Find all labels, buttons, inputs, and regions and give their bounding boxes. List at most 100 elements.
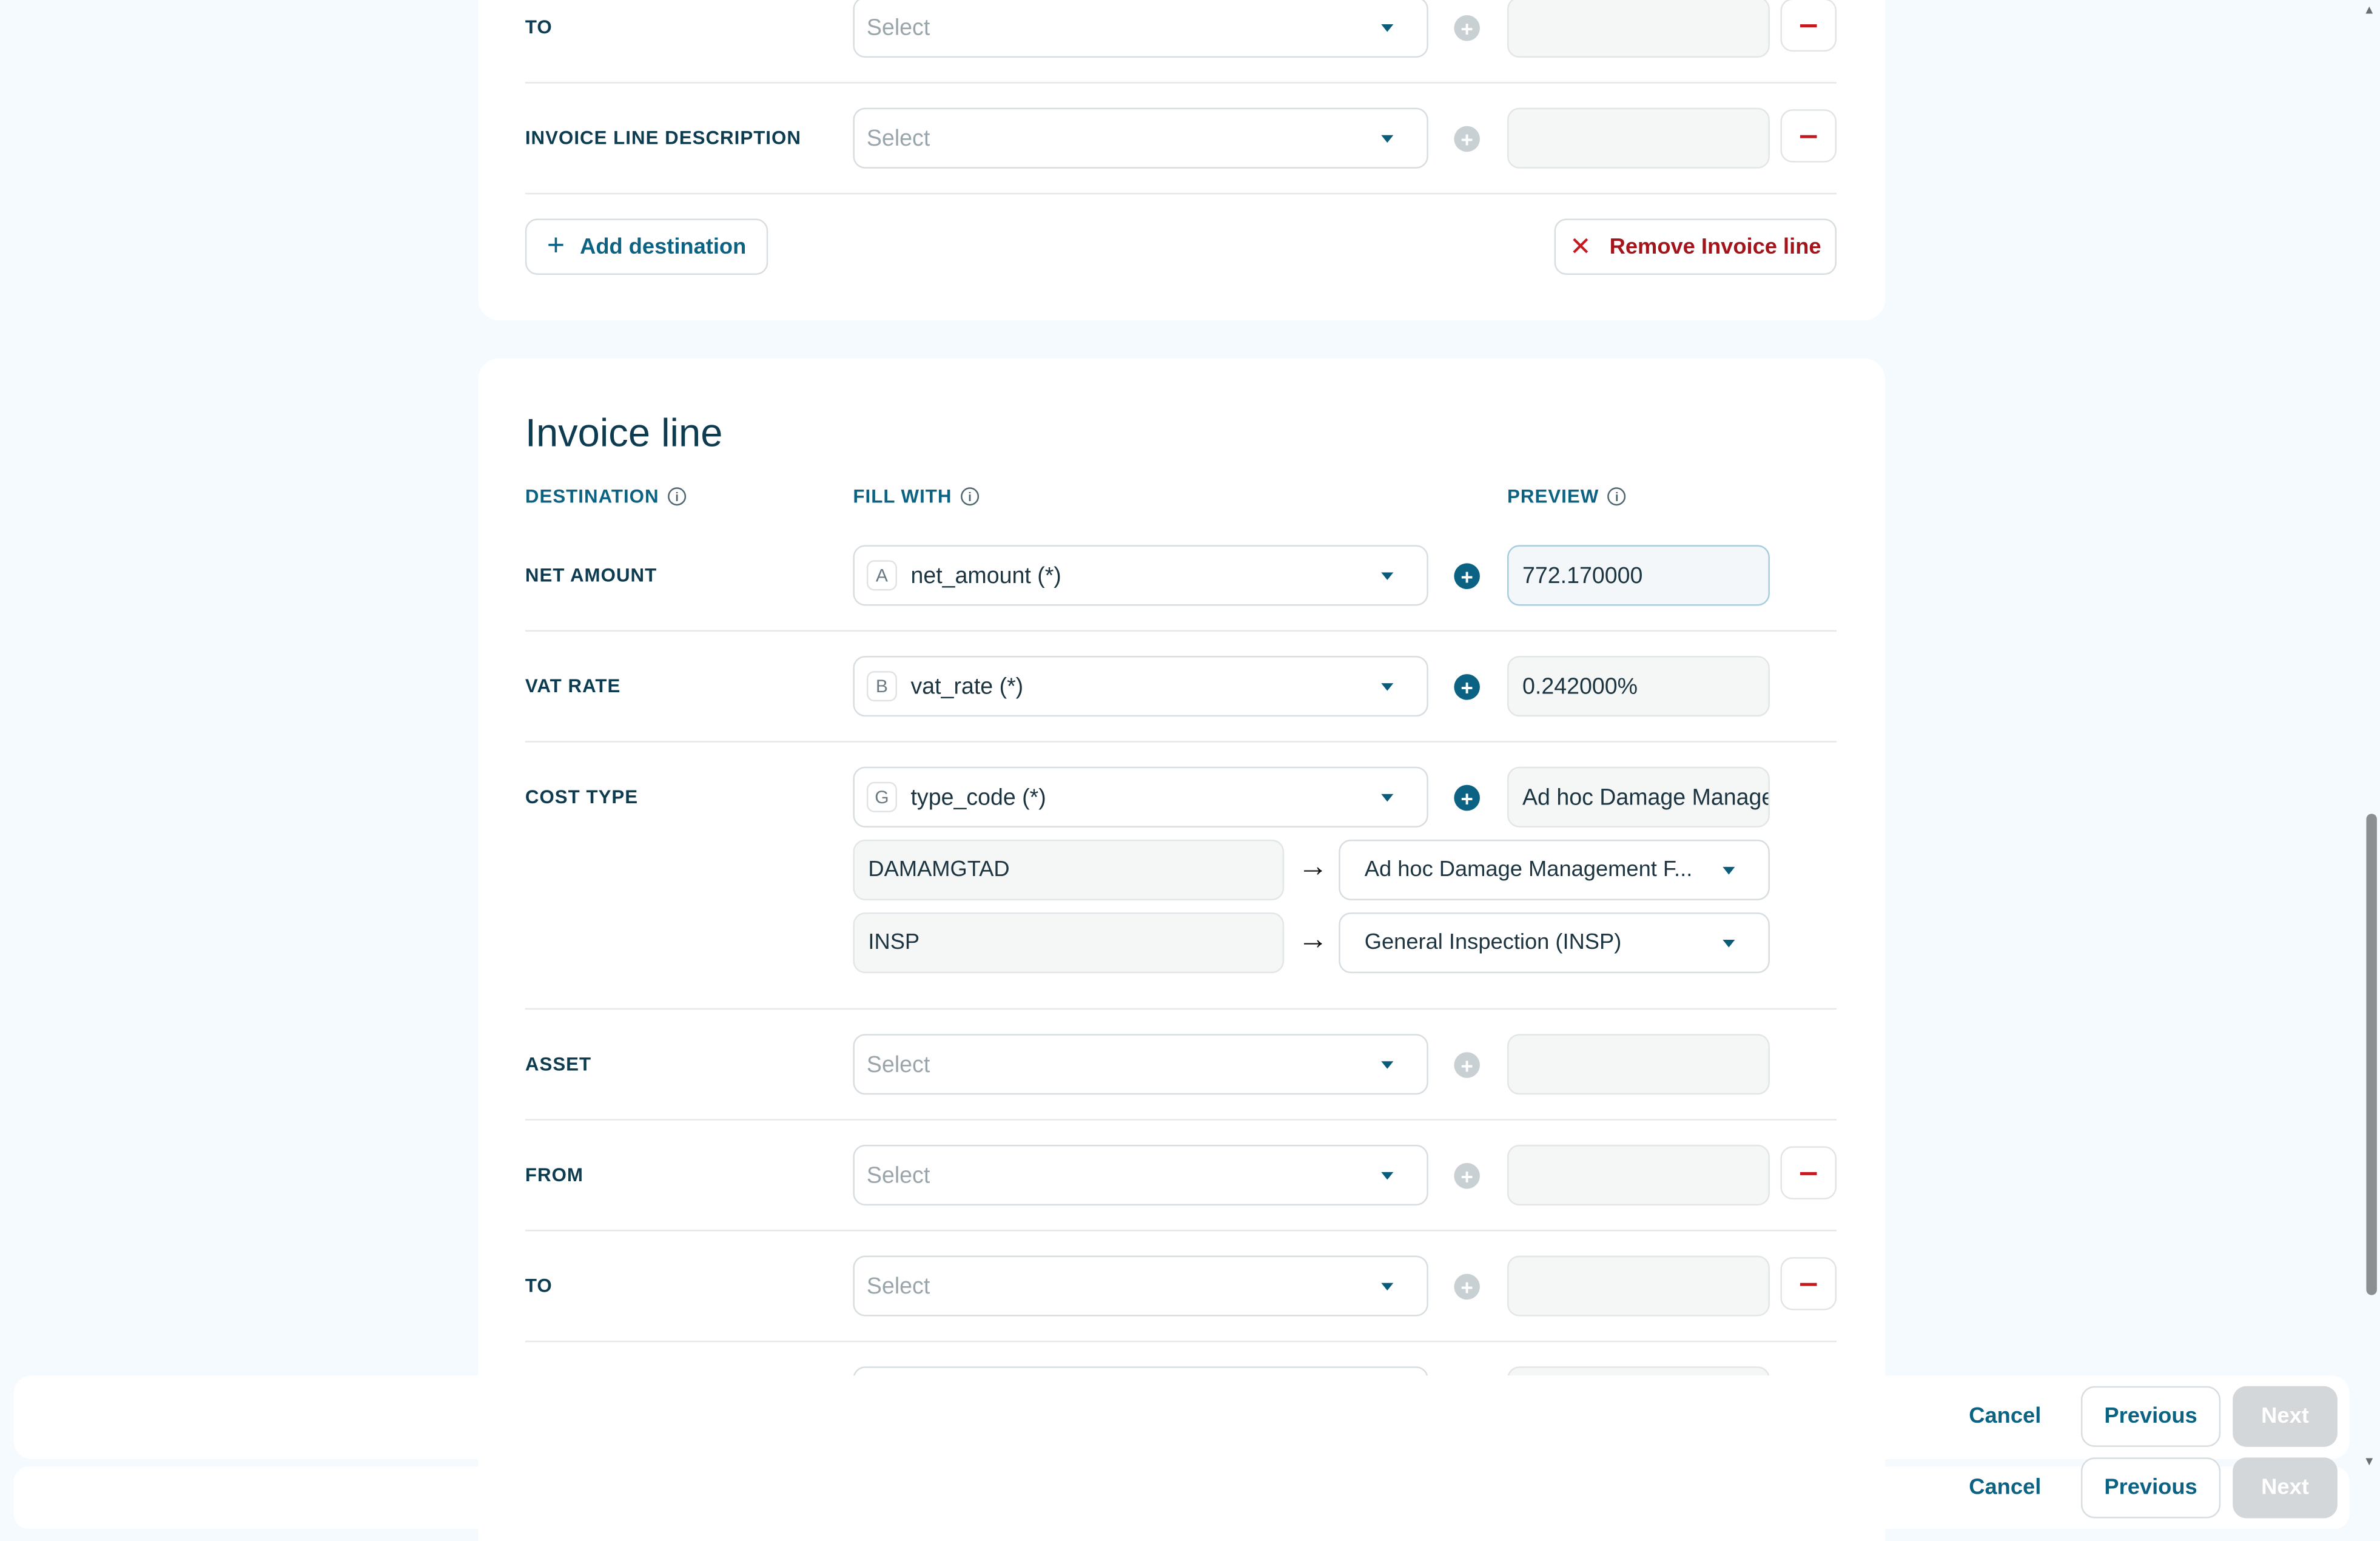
wizard-footer-duplicate: Cancel Previous Next <box>13 1457 2350 1529</box>
remove-invoice-line-label: Remove Invoice line <box>1609 234 1821 259</box>
cancel-button[interactable]: Cancel <box>1952 1386 2058 1447</box>
fill-with-header-label: FILL WITH <box>853 485 952 507</box>
previous-button[interactable]: Previous <box>2080 1386 2221 1447</box>
mapping-source-field[interactable]: INSP <box>853 912 1285 974</box>
page: TO Select + INVOICE LINE DESCRIPTION Sel… <box>0 0 2380 1541</box>
preview-field-asset <box>1507 1034 1770 1095</box>
info-icon[interactable]: i <box>1608 487 1627 506</box>
chevron-down-icon <box>1723 940 1735 948</box>
fill-with-select-net-amount[interactable]: A net_amount (*) <box>853 545 1428 606</box>
minus-icon <box>1800 23 1817 27</box>
chevron-down-icon <box>1381 1172 1394 1180</box>
mapping-source-field[interactable]: DAMAMGTAD <box>853 839 1285 900</box>
close-icon: ✕ <box>1569 231 1592 261</box>
destination-header-label: DESTINATION <box>525 485 659 507</box>
row-divider <box>525 630 1837 632</box>
add-operand-icon[interactable]: + <box>1454 784 1480 811</box>
fill-with-select-cost-type[interactable]: G type_code (*) <box>853 766 1428 828</box>
chevron-down-icon <box>1381 572 1394 580</box>
remove-destination-button[interactable] <box>1780 0 1837 52</box>
row-label-from: FROM <box>525 1164 583 1186</box>
arrow-right-icon: → <box>1297 850 1328 884</box>
scroll-up-arrow-icon[interactable]: ▲ <box>2363 3 2375 17</box>
preview-value: 0.242000% <box>1522 673 1638 700</box>
preview-field-cost-type: Ad hoc Damage Management F <box>1507 766 1770 828</box>
add-operand-icon[interactable]: + <box>1454 1052 1480 1078</box>
chevron-down-icon <box>1381 794 1394 802</box>
add-operand-icon[interactable]: + <box>1454 126 1480 152</box>
row-label-vat-rate: VAT RATE <box>525 675 621 697</box>
mapping-target-value: General Inspection (INSP) <box>1364 931 1622 956</box>
mapping-target-value: Ad hoc Damage Management F... <box>1364 857 1693 882</box>
chevron-down-icon <box>1381 1061 1394 1069</box>
info-icon[interactable]: i <box>668 487 687 506</box>
mapping-target-select[interactable]: General Inspection (INSP) <box>1339 912 1770 974</box>
preview-value: Ad hoc Damage Management F <box>1522 784 1768 811</box>
row-divider <box>525 1340 1837 1343</box>
preview-field-invoice-line-description <box>1507 107 1770 169</box>
add-destination-button[interactable]: + Add destination <box>525 218 768 275</box>
select-placeholder: Select <box>866 125 930 151</box>
cancel-button[interactable]: Cancel <box>1952 1457 2058 1518</box>
remove-destination-button[interactable] <box>1780 1146 1837 1199</box>
chevron-down-icon <box>1381 1283 1394 1291</box>
add-destination-label: Add destination <box>580 234 747 259</box>
add-operand-icon[interactable]: + <box>1454 674 1480 700</box>
chevron-down-icon <box>1381 683 1394 691</box>
scroll-down-arrow-icon[interactable]: ▼ <box>2363 1454 2375 1468</box>
variable-letter-badge: B <box>866 671 897 702</box>
fill-with-select-from[interactable]: Select <box>853 1144 1428 1205</box>
minus-icon <box>1800 1282 1817 1286</box>
remove-destination-button[interactable] <box>1780 109 1837 163</box>
preview-field-to <box>1507 1255 1770 1317</box>
preview-header-label: PREVIEW <box>1507 485 1599 507</box>
previous-button[interactable]: Previous <box>2080 1457 2221 1519</box>
variable-letter-badge: G <box>866 781 897 812</box>
vertical-scrollbar[interactable] <box>2361 0 2380 1541</box>
select-placeholder: Select <box>866 1162 930 1189</box>
minus-icon <box>1800 1171 1817 1175</box>
remove-invoice-line-button[interactable]: ✕ Remove Invoice line <box>1554 218 1837 275</box>
scrollbar-thumb[interactable] <box>2366 814 2377 1295</box>
chevron-down-icon <box>1381 135 1394 143</box>
add-operand-icon[interactable]: + <box>1454 1162 1480 1189</box>
row-divider <box>525 1008 1837 1010</box>
invoice-line-title: Invoice line <box>525 410 723 456</box>
plus-icon: + <box>546 229 565 263</box>
add-operand-icon[interactable]: + <box>1454 15 1480 41</box>
preview-field-net-amount: 772.170000 <box>1507 545 1770 606</box>
row-divider <box>525 1230 1837 1232</box>
minus-icon <box>1800 134 1817 138</box>
preview-field-vat-rate: 0.242000% <box>1507 656 1770 717</box>
row-label-net-amount: NET AMOUNT <box>525 564 657 586</box>
add-operand-icon[interactable]: + <box>1454 563 1480 589</box>
mapping-target-select[interactable]: Ad hoc Damage Management F... <box>1339 839 1770 900</box>
arrow-right-icon: → <box>1297 923 1328 957</box>
remove-destination-button[interactable] <box>1780 1257 1837 1310</box>
fill-with-select-invoice-line-description[interactable]: Select <box>853 107 1428 169</box>
fill-with-select-to-top[interactable]: Select <box>853 0 1428 58</box>
next-button[interactable]: Next <box>2233 1457 2338 1519</box>
add-operand-icon[interactable]: + <box>1454 1273 1480 1300</box>
row-label-to: TO <box>525 1275 553 1297</box>
fill-with-select-vat-rate[interactable]: B vat_rate (*) <box>853 656 1428 717</box>
next-button[interactable]: Next <box>2233 1386 2338 1447</box>
info-icon[interactable]: i <box>961 487 980 506</box>
variable-letter-badge: A <box>866 560 897 591</box>
row-divider <box>525 192 1837 195</box>
select-value: type_code (*) <box>910 784 1046 811</box>
row-divider <box>525 1119 1837 1121</box>
preview-field-to-top <box>1507 0 1770 58</box>
fill-with-select-to[interactable]: Select <box>853 1255 1428 1317</box>
select-value: vat_rate (*) <box>910 673 1024 700</box>
fill-with-select-asset[interactable]: Select <box>853 1034 1428 1095</box>
column-header-preview: PREVIEW i <box>1507 485 1627 507</box>
select-placeholder: Select <box>866 1051 930 1077</box>
row-label-invoice-line-description: INVOICE LINE DESCRIPTION <box>525 127 801 149</box>
chevron-down-icon <box>1723 866 1735 875</box>
chevron-down-icon <box>1381 24 1394 32</box>
select-placeholder: Select <box>866 14 930 41</box>
wizard-footer: Cancel Previous Next <box>13 1375 2350 1459</box>
column-header-fill-with: FILL WITH i <box>853 485 980 507</box>
row-label-asset: ASSET <box>525 1053 592 1075</box>
